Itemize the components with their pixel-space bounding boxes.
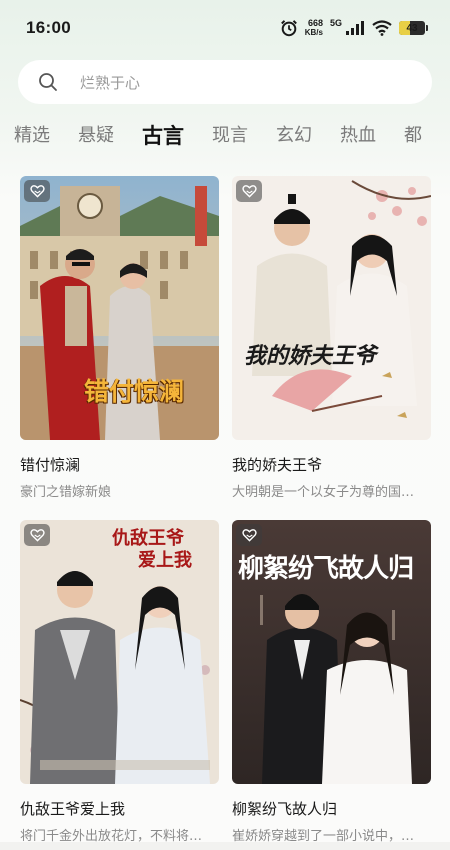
- signal-icon: [346, 21, 364, 35]
- book-grid: 错付惊澜 错付惊澜 豪门之错嫁新娘 我的娇夫王爷 我的娇夫王爷 大明朝是一个以女…: [20, 176, 432, 844]
- search-bar[interactable]: 烂熟于心: [18, 60, 432, 104]
- tab-dou[interactable]: 都: [404, 118, 422, 154]
- net-speed-unit: KB/s: [304, 28, 323, 37]
- book-cover[interactable]: 仇敌王爷 爱上我: [20, 520, 219, 784]
- book-cover[interactable]: 我的娇夫王爷: [232, 176, 431, 440]
- book-description: 豪门之错嫁新娘: [20, 485, 112, 500]
- book-description: 大明朝是一个以女子为尊的国…: [232, 485, 415, 500]
- status-icons: 668 KB/s 5G 43: [280, 18, 428, 38]
- tab-rexue[interactable]: 热血: [340, 118, 376, 154]
- tab-guyan[interactable]: 古言: [142, 118, 184, 154]
- book-title[interactable]: 我的娇夫王爷: [232, 454, 431, 475]
- cover-title-line2: 爱上我: [138, 550, 192, 571]
- book-title[interactable]: 仇敌王爷爱上我: [20, 798, 219, 819]
- status-time: 16:00: [26, 18, 71, 37]
- tab-jingxuan[interactable]: 精选: [14, 118, 50, 154]
- net-speed: 668 KB/s: [304, 18, 323, 38]
- status-bar: 16:00 668 KB/s 5G 43: [0, 0, 450, 56]
- book-title[interactable]: 错付惊澜: [20, 454, 219, 475]
- cover-art-costume-couple: [232, 176, 431, 440]
- cover-title: 错付惊澜: [84, 377, 185, 406]
- tab-xianyan[interactable]: 现言: [212, 118, 248, 154]
- next-row-peek: [0, 842, 450, 850]
- cover-title: 我的娇夫王爷: [244, 343, 377, 369]
- heart-icon: [241, 529, 257, 542]
- book-card[interactable]: 柳絮纷飞故人归 柳絮纷飞故人归 崔娇娇穿越到了一部小说中，…: [232, 520, 431, 844]
- heart-icon: [29, 185, 45, 198]
- favorite-badge[interactable]: [24, 524, 50, 546]
- cover-title: 柳絮纷飞故人归: [238, 554, 414, 584]
- wifi-icon: [372, 20, 392, 36]
- battery-level: 43: [406, 22, 418, 34]
- favorite-badge[interactable]: [236, 524, 262, 546]
- favorite-badge[interactable]: [236, 180, 262, 202]
- book-cover[interactable]: 错付惊澜: [20, 176, 219, 440]
- search-input[interactable]: 烂熟于心: [80, 72, 140, 93]
- book-card[interactable]: 错付惊澜 错付惊澜 豪门之错嫁新娘: [20, 176, 219, 500]
- net-speed-value: 668: [307, 18, 323, 28]
- network-generation: 5G: [329, 18, 342, 28]
- tab-xuanhuan[interactable]: 玄幻: [276, 118, 312, 154]
- alarm-icon: [280, 20, 297, 37]
- category-tabs: 精选 悬疑 古言 现言 玄幻 热血 都: [14, 118, 450, 154]
- tab-xuanyi[interactable]: 悬疑: [78, 118, 114, 154]
- book-card[interactable]: 仇敌王爷 爱上我 仇敌王爷爱上我 将门千金外出放花灯，不料将…: [20, 520, 219, 844]
- book-cover[interactable]: 柳絮纷飞故人归: [232, 520, 431, 784]
- book-title[interactable]: 柳絮纷飞故人归: [232, 798, 431, 819]
- heart-icon: [29, 529, 45, 542]
- battery-icon: 43: [399, 21, 428, 35]
- search-icon: [39, 73, 57, 91]
- book-card[interactable]: 我的娇夫王爷 我的娇夫王爷 大明朝是一个以女子为尊的国…: [232, 176, 431, 500]
- heart-icon: [241, 185, 257, 198]
- favorite-badge[interactable]: [24, 180, 50, 202]
